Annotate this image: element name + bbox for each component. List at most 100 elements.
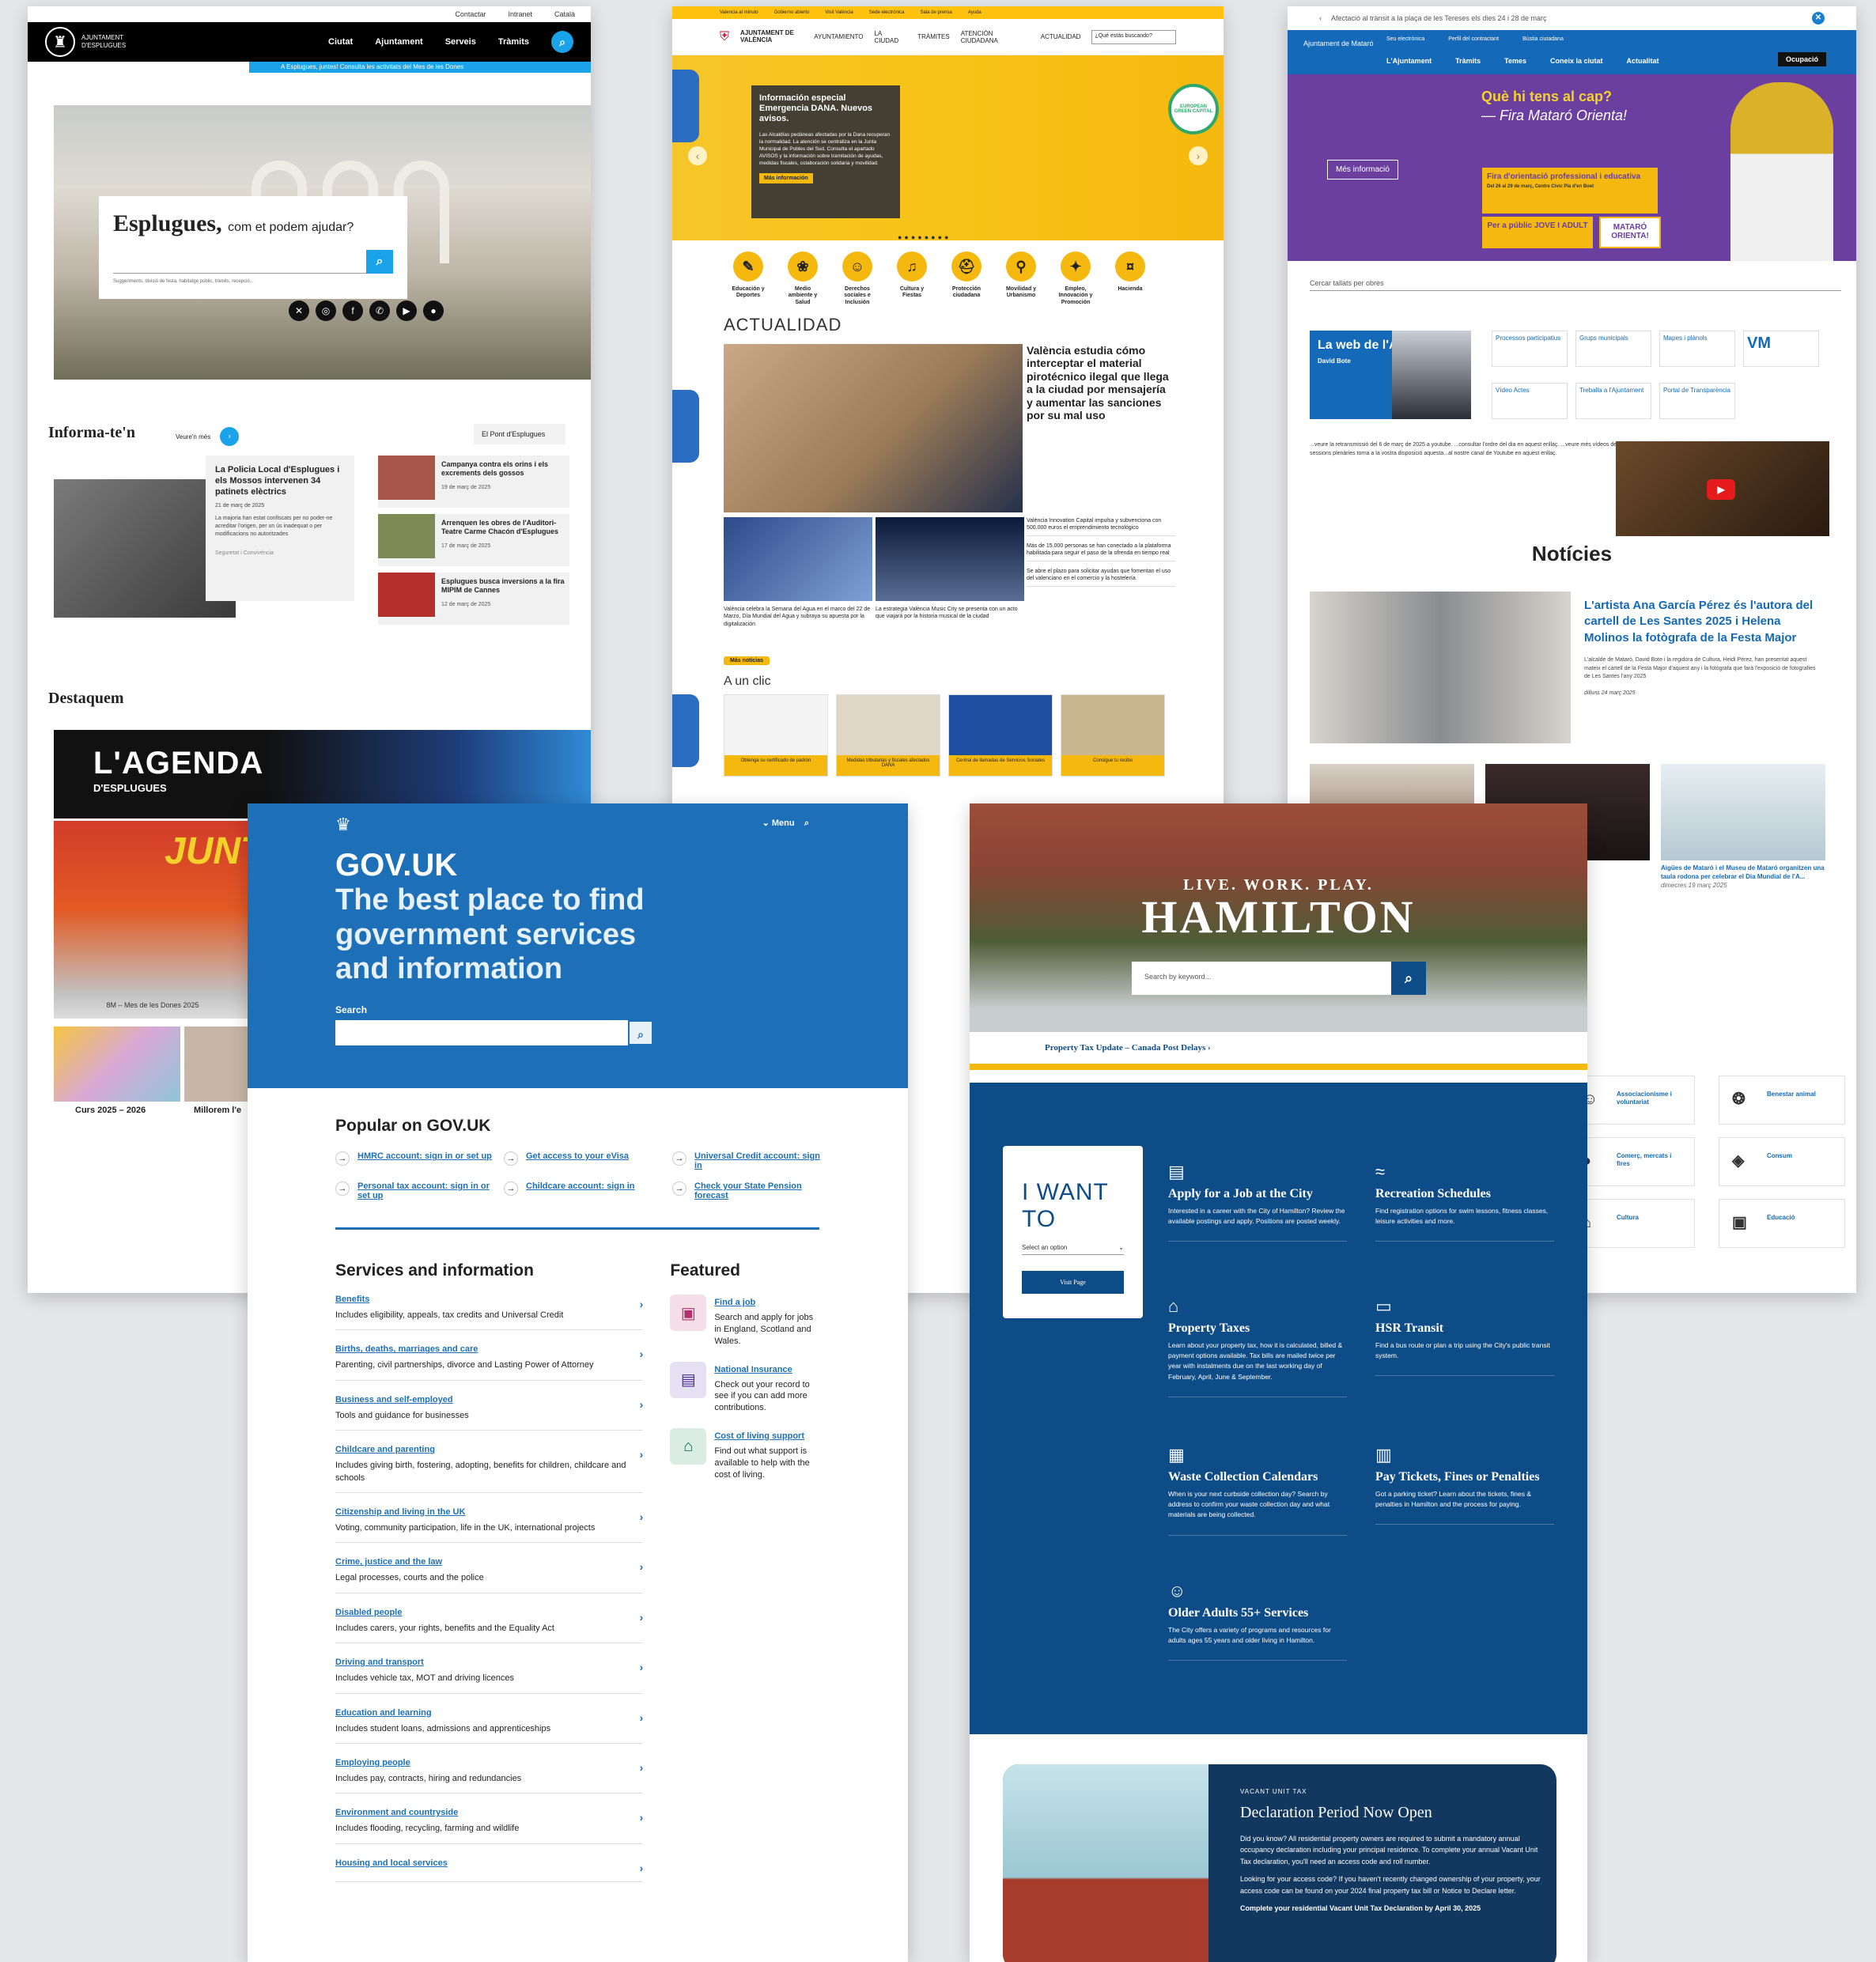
- nav-item[interactable]: L'Ajuntament: [1386, 57, 1432, 65]
- popular-link[interactable]: → Check your State Pension forecast: [672, 1181, 826, 1200]
- service-link[interactable]: ⌂ Property Taxes Learn about your property…: [1168, 1296, 1347, 1397]
- service-link[interactable]: ☺ Older Adults 55+ Services The City offer…: [1168, 1581, 1347, 1661]
- feature-news-card[interactable]: La Policia Local d'Esplugues i els Mosso…: [206, 456, 354, 601]
- contact-link[interactable]: Contactar: [455, 10, 486, 18]
- hamilton-search-input[interactable]: Search by keyword... ⌕: [1132, 962, 1426, 995]
- cat-proteccion[interactable]: ⛑ Protección ciudadana: [946, 251, 987, 306]
- service-link[interactable]: Driving and transport: [335, 1658, 424, 1667]
- carousel-dots[interactable]: ●●●●●●●●: [898, 233, 951, 241]
- esplugues-logo-icon[interactable]: ♜: [45, 27, 75, 57]
- cat-cultura[interactable]: ♫ Cultura y Fiestas: [891, 251, 932, 306]
- tile-link[interactable]: Grups municipals: [1575, 331, 1651, 367]
- cat-associacionisme[interactable]: ☺ Associacionisme i voluntariat: [1568, 1076, 1695, 1125]
- service-link[interactable]: Crime, justice and the law: [335, 1557, 442, 1567]
- cat-empleo[interactable]: ✦ Empleo, Innovación y Promoción: [1055, 251, 1096, 306]
- tile-link[interactable]: Vídeo Actes: [1492, 383, 1568, 419]
- service-row[interactable]: Education and learning Includes student l…: [335, 1694, 644, 1744]
- sub-link[interactable]: Seu electrònica: [1386, 36, 1424, 42]
- popular-link[interactable]: → HMRC account: sign in or set up: [335, 1151, 504, 1170]
- nav-item[interactable]: Actualitat: [1627, 57, 1659, 65]
- popular-link-text[interactable]: Personal tax account: sign in or set up: [357, 1181, 504, 1200]
- mataro-street-search[interactable]: Cercar tallats per obres: [1310, 279, 1841, 291]
- tile-link[interactable]: Portal de Transparència: [1659, 383, 1735, 419]
- search-icon[interactable]: ⌕: [628, 1020, 653, 1046]
- service-row[interactable]: Employing people Includes pay, contracts,…: [335, 1744, 644, 1794]
- popular-link[interactable]: → Childcare account: sign in: [504, 1181, 672, 1200]
- service-link[interactable]: Births, deaths, marriages and care: [335, 1344, 478, 1354]
- cat-educacio[interactable]: ▣ Educació: [1719, 1199, 1845, 1248]
- facebook-icon[interactable]: f: [342, 301, 363, 321]
- valencia-brand[interactable]: AJUNTAMENT DE VALÈNCIA: [740, 29, 803, 44]
- cat-movilidad[interactable]: ⚲ Movilidad y Urbanismo: [1000, 251, 1042, 306]
- featured-item[interactable]: ▣ Find a job Search and apply for jobs in …: [670, 1295, 820, 1348]
- next-arrow-icon[interactable]: ›: [1189, 146, 1208, 165]
- nav-item[interactable]: Coneix la ciutat: [1550, 57, 1603, 65]
- cat-consum[interactable]: ◈ Consum: [1719, 1137, 1845, 1186]
- service-link[interactable]: ▤ Apply for a Job at the City Interested i…: [1168, 1162, 1347, 1242]
- featured-link[interactable]: Cost of living support: [714, 1431, 804, 1441]
- quick-link-card[interactable]: Obtenga su certificado de padrón: [724, 694, 828, 777]
- service-row[interactable]: Childcare and parenting Includes giving b…: [335, 1431, 644, 1493]
- youtube-icon[interactable]: ▶: [396, 301, 417, 321]
- play-icon[interactable]: ▶: [1707, 479, 1735, 500]
- service-row[interactable]: Business and self-employed Tools and guid…: [335, 1381, 644, 1431]
- main-news-image[interactable]: [724, 344, 1023, 512]
- news-image[interactable]: [1310, 592, 1571, 743]
- top-link[interactable]: Visit València: [825, 10, 853, 15]
- main-news-title[interactable]: València estudia cómo interceptar el mat…: [1027, 344, 1173, 422]
- popular-link[interactable]: → Universal Credit account: sign in: [672, 1151, 826, 1170]
- mataro-brand[interactable]: Ajuntament de Mataró: [1303, 40, 1374, 48]
- flickr-icon[interactable]: ●: [423, 301, 444, 321]
- nav-ciutat[interactable]: Ciutat: [328, 37, 353, 47]
- popular-link-text[interactable]: Get access to your eVisa: [526, 1151, 629, 1170]
- nav-actualidad[interactable]: ACTUALIDAD: [1041, 33, 1081, 40]
- service-link[interactable]: Environment and countryside: [335, 1808, 458, 1817]
- news-item[interactable]: Esplugues busca inversions a la fira MIP…: [378, 573, 569, 625]
- crown-icon[interactable]: ♛: [335, 815, 351, 835]
- popular-link[interactable]: → Get access to your eVisa: [504, 1151, 672, 1170]
- tile-link[interactable]: Mapes i plànols: [1659, 331, 1735, 367]
- esplugues-search-input[interactable]: ⌕ Suggeriments: divisió de festa, habitat…: [113, 250, 393, 284]
- service-row[interactable]: Housing and local services ›: [335, 1844, 644, 1882]
- nav-item[interactable]: Tràmits: [1455, 57, 1481, 65]
- pont-link[interactable]: El Pont d'Esplugues: [474, 424, 565, 444]
- esplugues-alert-banner[interactable]: A Esplugues, juntes! Consulta les activi…: [249, 62, 591, 73]
- visit-page-button[interactable]: Visit Page: [1022, 1271, 1124, 1294]
- x-icon[interactable]: ✕: [289, 301, 309, 321]
- service-link[interactable]: Childcare and parenting: [335, 1445, 435, 1454]
- popular-link-text[interactable]: Universal Credit account: sign in: [694, 1151, 826, 1170]
- service-link[interactable]: ▦ Waste Collection Calendars When is your …: [1168, 1445, 1347, 1536]
- side-news-item[interactable]: València Innovation Capital impulsa y su…: [1027, 517, 1175, 536]
- popular-link-text[interactable]: Check your State Pension forecast: [694, 1181, 826, 1200]
- service-link[interactable]: Disabled people: [335, 1608, 402, 1617]
- top-link[interactable]: Sede electrónica: [869, 10, 905, 15]
- service-link[interactable]: ▭ HSR Transit Find a bus route or plan a t…: [1375, 1296, 1554, 1377]
- news-image[interactable]: [876, 517, 1024, 601]
- news-image[interactable]: [724, 517, 872, 601]
- nav-tramits[interactable]: Tràmits: [498, 37, 529, 47]
- search-icon[interactable]: ⌕: [551, 31, 573, 53]
- service-link[interactable]: Citizenship and living in the UK: [335, 1507, 465, 1517]
- search-icon[interactable]: ⌕: [804, 818, 809, 828]
- cat-cultura[interactable]: ⌂Cultura: [1568, 1199, 1695, 1248]
- property-tax-alert[interactable]: Property Tax Update – Canada Post Delays…: [970, 1032, 1587, 1070]
- service-row[interactable]: Disabled people Includes carers, your rig…: [335, 1593, 644, 1644]
- see-more-link[interactable]: Veure'n més ›: [176, 427, 240, 446]
- sub-link[interactable]: Perfil del contractant: [1448, 36, 1499, 42]
- vm-logo-tile[interactable]: VM: [1743, 331, 1819, 367]
- news-caption[interactable]: La estrategia València Music City se pre…: [876, 606, 1024, 621]
- service-link[interactable]: Employing people: [335, 1758, 410, 1767]
- service-link[interactable]: ≈ Recreation Schedules Find registration o…: [1375, 1162, 1554, 1242]
- nav-ciudad[interactable]: LA CIUDAD: [874, 30, 906, 44]
- tile-link[interactable]: Treballa a l'Ajuntament: [1575, 383, 1651, 419]
- search-icon[interactable]: ⌕: [366, 250, 393, 274]
- service-row[interactable]: Environment and countryside Includes floo…: [335, 1794, 644, 1844]
- service-row[interactable]: Crime, justice and the law Legal processe…: [335, 1543, 644, 1593]
- side-news-item[interactable]: Más de 15.000 personas se han conectado …: [1027, 542, 1175, 561]
- alcalde-card[interactable]: La web de l'Alcalde David Bote: [1310, 331, 1471, 419]
- service-link[interactable]: Benefits: [335, 1295, 369, 1304]
- cat-benestar-animal[interactable]: ❂ Benestar animal: [1719, 1076, 1845, 1125]
- service-link[interactable]: Business and self-employed: [335, 1395, 453, 1404]
- featured-item[interactable]: ⌂ Cost of living support Find out what sup…: [670, 1428, 820, 1481]
- nav-atencion[interactable]: ATENCIÓN CIUDADANA: [961, 30, 1030, 44]
